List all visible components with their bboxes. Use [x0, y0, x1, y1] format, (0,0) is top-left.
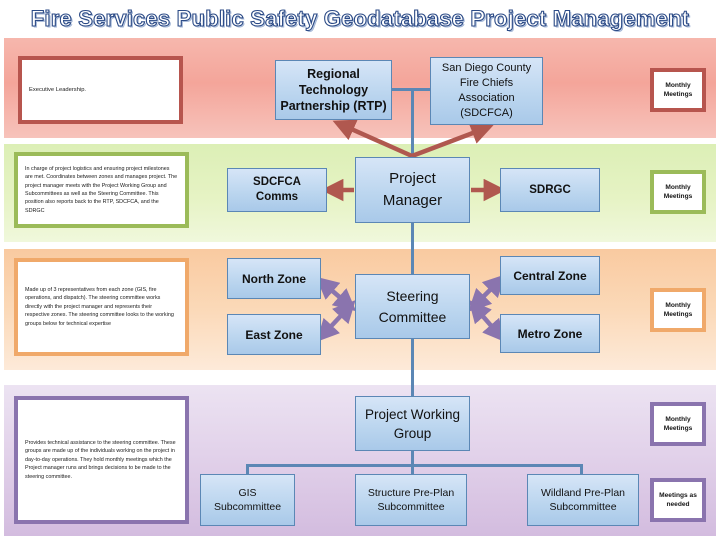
node-regional-technology-partnership[interactable]: Regional Technology Partnership (RTP) — [275, 60, 392, 120]
node-north-zone[interactable]: North Zone — [227, 258, 321, 299]
meeting-cadence-executive: Monthly Meetings — [650, 68, 706, 112]
note-working-group: Provides technical assistance to the ste… — [14, 396, 189, 524]
note-executive-leadership: Executive Leadership. — [18, 56, 183, 124]
node-wildland-preplan-subcommittee[interactable]: Wildland Pre-Plan Subcommittee — [527, 474, 639, 526]
meeting-cadence-project-manager: Monthly Meetings — [650, 170, 706, 214]
node-gis-subcommittee[interactable]: GIS Subcommittee — [200, 474, 295, 526]
meeting-cadence-working-group: Monthly Meetings — [650, 402, 706, 446]
node-metro-zone[interactable]: Metro Zone — [500, 314, 600, 353]
node-project-working-group[interactable]: Project Working Group — [355, 396, 470, 451]
node-sdrgc[interactable]: SDRGC — [500, 168, 600, 212]
node-project-manager[interactable]: Project Manager — [355, 157, 470, 223]
node-east-zone[interactable]: East Zone — [227, 314, 321, 355]
connector-exec-to-pm — [411, 88, 414, 158]
node-steering-committee[interactable]: Steering Committee — [355, 274, 470, 339]
connector-subcommittee-bus — [246, 464, 583, 467]
node-central-zone[interactable]: Central Zone — [500, 256, 600, 295]
connector-steering-to-pwg — [411, 338, 414, 398]
node-sdcfca-comms[interactable]: SDCFCA Comms — [227, 168, 327, 212]
note-steering-committee: Made up of 3 representatives from each z… — [14, 258, 189, 356]
page-title: Fire Services Public Safety Geodatabase … — [30, 5, 690, 31]
note-project-manager: In charge of project logistics and ensur… — [14, 152, 189, 228]
node-structure-preplan-subcommittee[interactable]: Structure Pre-Plan Subcommittee — [355, 474, 467, 526]
meeting-cadence-steering-committee: Monthly Meetings — [650, 288, 706, 332]
meeting-cadence-subcommittees: Meetings as needed — [650, 478, 706, 522]
org-chart-canvas: Fire Services Public Safety Geodatabase … — [0, 0, 720, 540]
connector-pm-to-steering — [411, 222, 414, 276]
node-sdcfca[interactable]: San Diego County Fire Chiefs Association… — [430, 57, 543, 125]
